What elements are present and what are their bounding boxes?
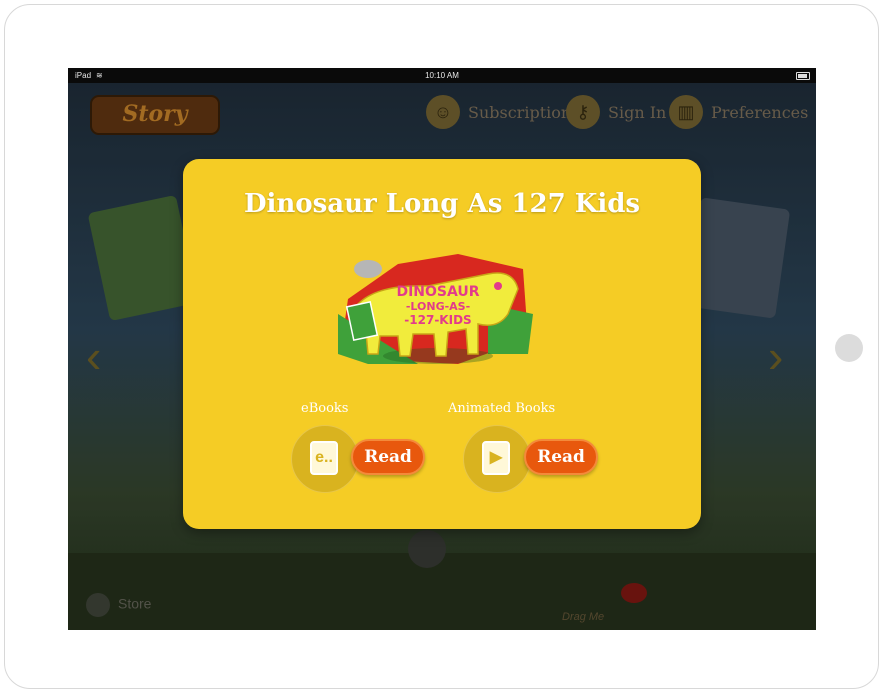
status-bar: iPad ≋ 10:10 AM	[68, 68, 816, 83]
cover-title-line-2: -LONG-AS-	[406, 300, 470, 313]
ebook-icon-circle[interactable]: e..	[291, 425, 359, 493]
battery-icon	[796, 72, 810, 80]
cover-title-line-1: DINOSAUR	[396, 284, 479, 300]
status-time: 10:10 AM	[425, 71, 459, 80]
ebook-read-button[interactable]: Read	[351, 439, 425, 475]
ebook-icon: e..	[310, 441, 338, 475]
animated-read-button[interactable]: Read	[524, 439, 598, 475]
device-screen: iPad ≋ 10:10 AM Story ☺ Subscription ⚷ S…	[68, 68, 816, 630]
animated-book-icon-circle[interactable]: ▶	[463, 425, 531, 493]
book-title: Dinosaur Long As 127 Kids	[243, 189, 641, 219]
animated-books-label: Animated Books	[448, 401, 556, 416]
app-background: Story ☺ Subscription ⚷ Sign In ▥ Prefere…	[68, 83, 816, 630]
book-cover-image: DINOSAUR -LONG-AS- -127-KIDS	[338, 254, 533, 364]
play-document-icon: ▶	[482, 441, 510, 475]
ebooks-label: eBooks	[301, 401, 349, 416]
book-modal: Dinosaur Long As 127 Kids DINOSAUR -LONG…	[183, 159, 701, 529]
cover-title-line-3: -127-KIDS	[404, 313, 471, 327]
home-button[interactable]	[835, 334, 863, 362]
